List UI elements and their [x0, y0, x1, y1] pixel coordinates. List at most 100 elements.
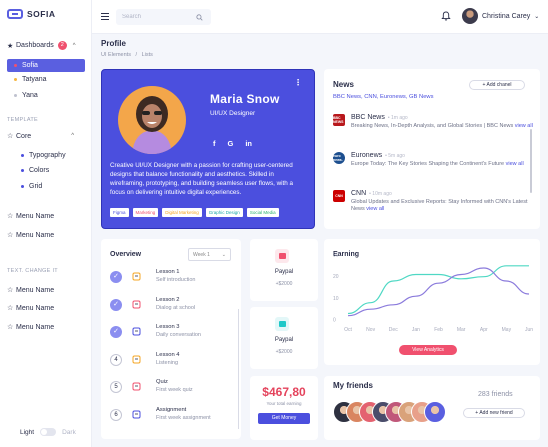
- skill-tag[interactable]: Social Media: [246, 208, 279, 217]
- star-icon: ☆: [7, 287, 14, 294]
- news-body: Euronews • 5m ago Europe Today: The Key St…: [351, 152, 537, 182]
- sidebar-item-menu-name[interactable]: ☆ Menu Name: [7, 231, 54, 240]
- dot-icon: [14, 64, 17, 67]
- lessons-scrollbar[interactable]: [238, 309, 239, 429]
- dot-icon: [21, 154, 24, 157]
- lesson-icon: [132, 272, 141, 281]
- sidebar-item-typography[interactable]: Typography: [7, 149, 85, 162]
- dashboards-badge: 2: [57, 41, 67, 50]
- sidebar-item-menu-name[interactable]: ☆ Menu Name: [7, 304, 55, 313]
- sidebar: SOFIA ★ Dashboards 2 ^ Sofia Tatyana Yana …: [0, 0, 92, 447]
- friends-count: 283 friends: [478, 391, 513, 398]
- news-source-logo: BBC NEWS: [333, 114, 345, 126]
- y-tick-label: 10: [333, 296, 339, 302]
- sidebar-item-menu-name[interactable]: ☆ Menu Name: [7, 323, 54, 332]
- theme-toggle[interactable]: [40, 428, 57, 436]
- sidebar-item-menu-name[interactable]: ☆ Menu Name: [7, 212, 54, 221]
- news-item[interactable]: CNN CNN • 10m ago Global Updates and Exclus…: [333, 190, 533, 220]
- lesson-name: Lesson 3: [156, 324, 180, 330]
- x-tick-label: Apr: [480, 327, 488, 333]
- sidebar-item-grid[interactable]: Grid: [7, 180, 85, 193]
- theme-switch[interactable]: Light Dark: [20, 428, 76, 436]
- lesson-name: Assignment: [156, 406, 187, 413]
- skill-tag[interactable]: Digital Marketing: [162, 208, 202, 217]
- search-box[interactable]: [116, 9, 211, 25]
- x-tick-label: Oct: [344, 327, 352, 333]
- sidebar-item-label: Typography: [29, 152, 66, 159]
- sidebar-item-yana[interactable]: Yana: [7, 89, 85, 102]
- user-menu[interactable]: Christina Carey ⌄: [462, 8, 539, 24]
- facebook-icon[interactable]: f: [213, 139, 216, 148]
- skill-tag[interactable]: Figma: [110, 208, 129, 217]
- lesson-name: Quiz: [156, 379, 168, 385]
- lesson-subtitle: Listening: [156, 359, 179, 366]
- page-title: Profile: [101, 39, 126, 48]
- sidebar-item-label: Menu Name: [16, 304, 55, 312]
- news-source: Euronews: [351, 152, 383, 159]
- sidebar-item-label: Sofia: [22, 62, 38, 69]
- earning-chart: 0 10 20 30 Oct Nov Dec Jan Feb Mar Apr May Jun: [333, 253, 533, 334]
- view-all-link[interactable]: view all: [506, 161, 524, 167]
- news-time: • 10m ago: [369, 191, 392, 197]
- google-icon[interactable]: G: [228, 139, 234, 148]
- friend-avatar[interactable]: [424, 401, 446, 423]
- news-time: • 5m ago: [385, 153, 405, 159]
- view-all-link[interactable]: view all: [366, 206, 384, 212]
- sidebar-item-colors[interactable]: Colors: [7, 164, 85, 177]
- news-scrollbar[interactable]: [530, 129, 532, 193]
- lesson-item[interactable]: 5 Quiz First week quiz: [110, 378, 230, 398]
- x-tick-label: Jan: [412, 327, 420, 333]
- breadcrumb-lists: Lists: [141, 52, 153, 58]
- news-item[interactable]: euro news. Euronews • 5m ago Europe Today: …: [333, 152, 533, 182]
- lesson-item[interactable]: ✓ Lesson 2 Dialog at school: [110, 296, 230, 316]
- add-friend-button[interactable]: + Add new friend: [463, 408, 525, 418]
- x-tick-label: Jun: [525, 327, 533, 333]
- news-source-logo: CNN: [333, 190, 345, 202]
- search-icon[interactable]: [196, 13, 203, 21]
- profile-bio: Creative UI/UX Designer with a passion f…: [110, 162, 294, 196]
- linkedin-icon[interactable]: in: [245, 139, 252, 148]
- series-line-2: [347, 267, 530, 317]
- skill-tags: Figma Marketing Digital Marketing Graphic D…: [110, 208, 279, 217]
- profile-role: UI/UX Designer: [210, 110, 256, 117]
- news-item[interactable]: BBC NEWS BBC News • 1m ago Breaking News, I…: [333, 114, 533, 144]
- skill-tag[interactable]: Marketing: [132, 208, 159, 217]
- skill-tag[interactable]: Graphic Design: [205, 208, 243, 217]
- lesson-item[interactable]: 4 Lesson 4 Listening: [110, 351, 230, 371]
- bell-icon[interactable]: [441, 11, 451, 21]
- core-label: Core: [16, 132, 32, 140]
- payment-amount: +$2000: [275, 349, 293, 355]
- get-money-button[interactable]: Get Money: [258, 413, 310, 424]
- sidebar-item-label: Tatyana: [22, 76, 47, 83]
- sidebar-item-menu-name[interactable]: ☆ Menu Name: [7, 286, 55, 295]
- lesson-item[interactable]: 6 Assignment First week assignment: [110, 406, 230, 426]
- payment-icon: [275, 249, 289, 263]
- add-channel-button[interactable]: + Add chanel: [469, 80, 525, 90]
- lesson-item[interactable]: ✓ Lesson 1 Self introduction: [110, 268, 230, 288]
- section-text-change: TEXT. CHANGE IT: [7, 268, 58, 274]
- sidebar-item-label: Menu Name: [16, 286, 55, 294]
- sidebar-item-tatyana[interactable]: Tatyana: [7, 73, 85, 86]
- week-select[interactable]: Week 1 ⌄: [188, 248, 231, 261]
- sidebar-item-sofia[interactable]: Sofia: [7, 59, 85, 72]
- sidebar-item-label: Yana: [22, 92, 38, 99]
- menu-toggle-icon[interactable]: [101, 13, 109, 21]
- more-options-icon[interactable]: ⋮: [294, 78, 302, 87]
- news-channels[interactable]: BBC News, CNN, Euronews, GB News: [333, 94, 434, 100]
- search-input[interactable]: [122, 14, 196, 20]
- logo-mark-icon: [7, 9, 23, 19]
- chevron-up-icon: ^: [71, 133, 75, 139]
- breadcrumb-ui-elements[interactable]: UI Elements: [101, 52, 131, 58]
- x-tick-label: Feb: [434, 327, 443, 333]
- sidebar-item-core[interactable]: ☆ Core ^: [7, 132, 75, 141]
- view-analytics-button[interactable]: View Analytics: [399, 345, 457, 355]
- star-icon: ☆: [7, 213, 14, 220]
- lesson-item[interactable]: ✓ Lesson 3 Daily conversation: [110, 323, 230, 343]
- app-logo[interactable]: SOFIA: [7, 9, 55, 19]
- sidebar-item-dashboards[interactable]: ★ Dashboards 2 ^: [7, 41, 76, 50]
- y-tick-label: 20: [333, 274, 339, 280]
- friends-card: My friends 283 friends + Add new friend: [324, 376, 540, 440]
- lesson-subtitle: Daily conversation: [156, 332, 201, 338]
- sidebar-item-label: Grid: [29, 183, 43, 190]
- app-name: SOFIA: [27, 9, 56, 19]
